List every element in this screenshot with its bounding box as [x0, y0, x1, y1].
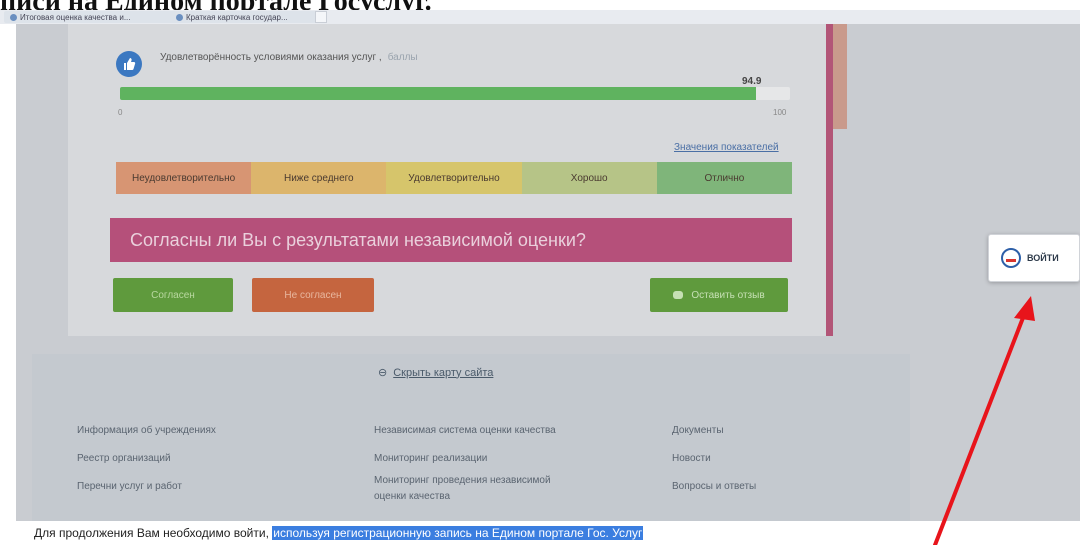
instruction-highlighted: используя регистрационную запись на Един… — [272, 526, 644, 540]
gosuslugi-login-button[interactable]: ВОЙТИ — [988, 234, 1080, 282]
leave-review-button[interactable]: Оставить отзыв — [650, 278, 788, 312]
footer-link[interactable]: Вопросы и ответы — [672, 480, 756, 494]
minus-circle-icon: ⊖ — [378, 367, 388, 379]
rating-scale-segment: Неудовлетворительно — [116, 162, 252, 194]
satisfaction-label: Удовлетворённость условиями оказания усл… — [160, 52, 418, 63]
footer-link[interactable]: оценки качества — [374, 490, 450, 504]
agreement-banner: Согласны ли Вы с результатами независимо… — [110, 218, 792, 262]
leave-review-label: Оставить отзыв — [691, 289, 765, 301]
footer-link[interactable]: Реестр организаций — [77, 452, 171, 466]
scale-min: 0 — [118, 108, 123, 117]
favicon-icon — [10, 13, 17, 21]
tab-label: Краткая карточка государ... — [186, 12, 288, 22]
footer-link[interactable]: Мониторинг реализации — [374, 452, 487, 466]
rating-scale-segment: Отлично — [656, 162, 793, 194]
rating-card: Удовлетворённость условиями оказания усл… — [68, 24, 826, 336]
satisfaction-text: Удовлетворённость условиями оказания усл… — [160, 52, 382, 63]
browser-tab-2[interactable]: Краткая карточка государ... — [170, 11, 320, 23]
instruction-plain: Для продолжения Вам необходимо войти, — [34, 526, 273, 540]
rating-scale-segment: Удовлетворительно — [386, 162, 522, 194]
rating-scale-segment: Хорошо — [521, 162, 657, 194]
new-tab-button[interactable] — [315, 11, 327, 23]
satisfaction-unit: баллы — [387, 52, 418, 63]
comment-icon — [673, 291, 684, 299]
rating-scale-segment: Ниже среднего — [251, 162, 387, 194]
instruction-text: Для продолжения Вам необходимо войти, ис… — [34, 526, 644, 540]
hide-site-map-label: Скрыть карту сайта — [393, 366, 494, 379]
login-label: ВОЙТИ — [1027, 253, 1059, 263]
score-value: 94.9 — [742, 76, 762, 87]
footer-link[interactable]: Перечни услуг и работ — [77, 480, 182, 494]
rating-scale: Неудовлетворительно Ниже среднего Удовлетв… — [116, 162, 793, 194]
favicon-icon — [176, 13, 183, 21]
side-tab[interactable] — [833, 24, 847, 129]
site-map-footer: ⊖ Скрыть карту сайта Информация об учреж… — [32, 354, 910, 521]
hide-site-map[interactable]: ⊖ Скрыть карту сайта — [378, 366, 494, 380]
footer-link[interactable]: Новости — [672, 452, 711, 466]
browser-tab-1[interactable]: Итоговая оценка качества и... — [4, 11, 176, 23]
values-link[interactable]: Значения показателей — [674, 142, 779, 153]
disagree-button[interactable]: Не согласен — [252, 278, 374, 312]
browser-tab-bar: Итоговая оценка качества и... Краткая ка… — [0, 10, 1080, 24]
footer-link[interactable]: Мониторинг проведения независимой — [374, 474, 551, 488]
page-content: Удовлетворённость условиями оказания усл… — [16, 24, 1080, 521]
gosuslugi-logo-icon — [1001, 248, 1021, 268]
agree-button[interactable]: Согласен — [113, 278, 233, 312]
footer-link[interactable]: Информация об учреждениях — [77, 424, 216, 438]
scale-max: 100 — [773, 108, 787, 117]
tab-label: Итоговая оценка качества и... — [20, 12, 131, 22]
score-bar — [120, 87, 790, 100]
thumbs-up-icon — [116, 51, 142, 77]
score-bar-fill — [120, 87, 756, 100]
footer-link[interactable]: Независимая система оценки качества — [374, 424, 556, 438]
card-edge-bar — [826, 24, 833, 336]
footer-link[interactable]: Документы — [672, 424, 724, 438]
